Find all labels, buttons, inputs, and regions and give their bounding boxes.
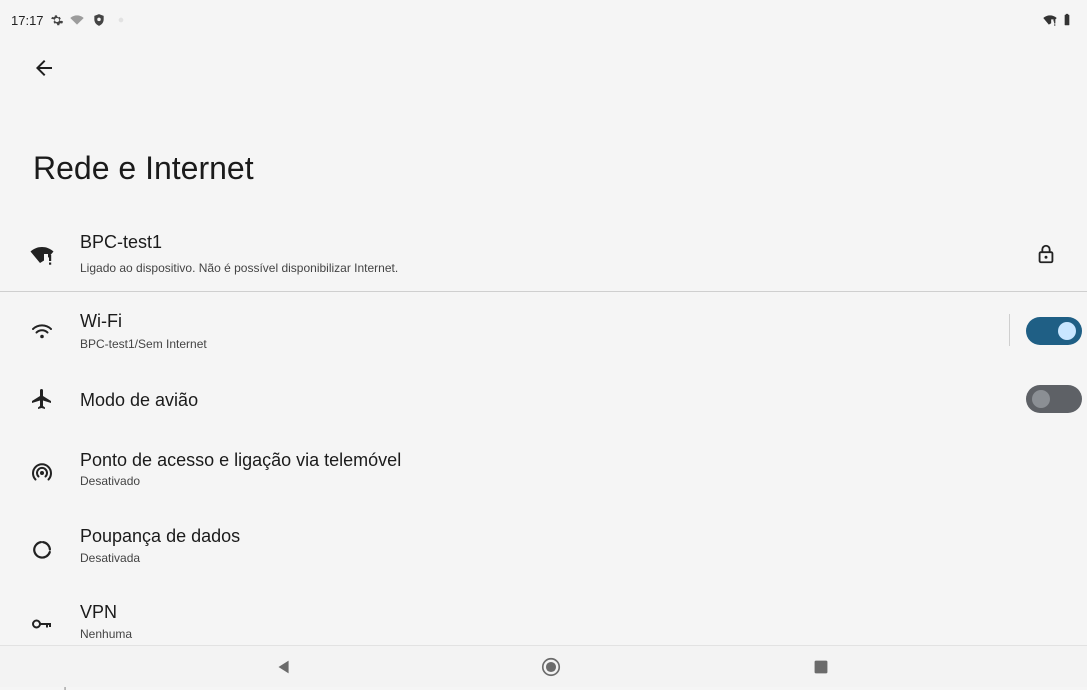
back-triangle-icon [278,660,289,674]
settings-item-vpn[interactable]: VPN Nenhuma [0,594,1087,646]
vpn-subtitle: Nenhuma [80,627,133,641]
airplane-icon [30,387,54,411]
home-circle-icon [541,657,561,677]
battery-icon [1060,13,1074,27]
data-saver-subtitle: Desativada [80,551,141,565]
vpn-key-icon [30,612,54,636]
hotspot-subtitle: Desativado [80,474,141,488]
settings-item-wifi[interactable]: Wi-Fi BPC-test1/Sem Internet [0,300,1087,360]
data-saver-title: Poupança de dados [80,526,241,546]
nav-home-button[interactable] [540,656,562,678]
network-name: BPC-test1 [80,232,163,252]
notification-dot-icon [114,13,128,27]
arrow-left-icon [36,60,52,76]
wifi-title: Wi-Fi [80,311,122,331]
status-bar: 17:17 [0,0,1087,40]
wifi-toggle[interactable] [1026,317,1082,345]
recents-square-icon [814,660,828,674]
wifi-icon [30,319,54,343]
nav-recents-button[interactable] [810,656,832,678]
hotspot-title: Ponto de acesso e ligação via telemóvel [80,450,402,470]
data-saver-icon [30,538,54,562]
lock-icon[interactable] [1035,243,1057,265]
settings-item-hotspot[interactable]: Ponto de acesso e ligação via telemóvel … [0,440,1087,504]
status-time: 17:17 [11,13,44,28]
shield-icon [92,13,106,27]
back-button[interactable] [26,52,62,84]
wifi-alert-icon [1043,13,1057,27]
section-divider [0,291,1087,292]
toggle-knob [1032,390,1050,408]
network-card-row[interactable]: BPC-test1 Ligado ao dispositivo. Não é p… [0,222,1087,290]
airplane-mode-toggle[interactable] [1026,385,1082,413]
network-status: Ligado ao dispositivo. Não é possível di… [80,261,399,275]
wifi-question-icon [70,13,84,27]
airplane-mode-title: Modo de avião [80,390,199,410]
vpn-title: VPN [80,602,118,622]
wifi-alert-icon [30,243,54,267]
wifi-subtitle: BPC-test1/Sem Internet [80,337,207,351]
navigation-bar [0,645,1087,687]
hotspot-icon [30,460,54,484]
toggle-knob [1058,322,1076,340]
nav-back-button[interactable] [273,656,295,678]
toggle-separator [1009,314,1010,346]
settings-gear-icon [50,13,64,27]
settings-item-airplane-mode[interactable]: Modo de avião [0,370,1087,428]
page-title: Rede e Internet [33,150,254,186]
settings-item-data-saver[interactable]: Poupança de dados Desativada [0,518,1087,582]
